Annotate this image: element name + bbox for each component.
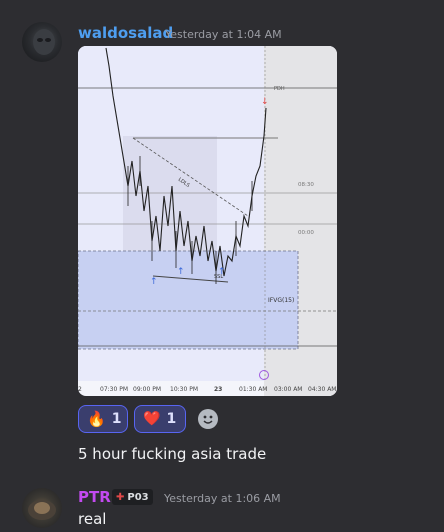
username[interactable]: PTR bbox=[78, 488, 111, 506]
avatar[interactable] bbox=[22, 22, 62, 62]
x-tick: 09:00 PM bbox=[133, 386, 161, 393]
message-waldosalad: waldosalad Yesterday at 1:04 AM ↓ ↑ ↑ ↑ … bbox=[0, 0, 444, 470]
svg-text:↑: ↑ bbox=[177, 267, 185, 277]
message-text: 5 hour fucking asia trade bbox=[78, 445, 267, 463]
reaction-fire[interactable]: 🔥 1 bbox=[78, 405, 128, 433]
reaction-count: 1 bbox=[111, 411, 122, 427]
message-ptr: PTR ✚ P03 Yesterday at 1:06 AM real bbox=[0, 470, 444, 532]
message-text: real bbox=[78, 510, 107, 528]
svg-text:↑: ↑ bbox=[150, 277, 158, 287]
reaction-count: 1 bbox=[166, 411, 177, 427]
tag-label: P03 bbox=[127, 491, 149, 503]
svg-text:↓: ↓ bbox=[261, 97, 269, 107]
x-tick: 03:00 AM bbox=[274, 386, 302, 393]
username[interactable]: waldosalad bbox=[78, 24, 173, 42]
timestamp: Yesterday at 1:06 AM bbox=[164, 492, 281, 505]
tag-icon: ✚ bbox=[116, 491, 125, 503]
level-0830-label: 08:30 bbox=[298, 182, 314, 188]
role-tag: ✚ P03 bbox=[112, 489, 153, 505]
pdh-label: PDH bbox=[274, 86, 285, 92]
x-tick: 04:30 AM bbox=[308, 386, 336, 393]
ifvg-label: IFVG(15) bbox=[268, 297, 294, 304]
smiley-icon bbox=[203, 415, 213, 424]
level-0000-label: 00:00 bbox=[298, 230, 314, 236]
timestamp: Yesterday at 1:04 AM bbox=[165, 28, 282, 41]
avatar[interactable] bbox=[22, 488, 62, 528]
avatar-image bbox=[28, 500, 56, 520]
x-tick: 01:30 AM bbox=[239, 386, 267, 393]
heart-icon: ❤️ bbox=[143, 411, 161, 427]
avatar-image bbox=[33, 29, 55, 55]
add-reaction-icon[interactable] bbox=[198, 409, 218, 429]
ssl-label: SSL bbox=[214, 274, 223, 280]
x-tick: 23 bbox=[214, 386, 222, 393]
x-tick: 2 bbox=[78, 386, 82, 393]
chart-image: ↓ ↑ ↑ ↑ PDH LDLS SSL IFVG(15) 08:30 00:0… bbox=[78, 46, 337, 396]
reaction-heart[interactable]: ❤️ 1 bbox=[134, 405, 186, 433]
x-tick: 10:30 PM bbox=[170, 386, 198, 393]
fire-icon: 🔥 bbox=[87, 410, 106, 428]
x-tick: 07:30 PM bbox=[100, 386, 128, 393]
chart-attachment[interactable]: ↓ ↑ ↑ ↑ PDH LDLS SSL IFVG(15) 08:30 00:0… bbox=[78, 46, 337, 396]
